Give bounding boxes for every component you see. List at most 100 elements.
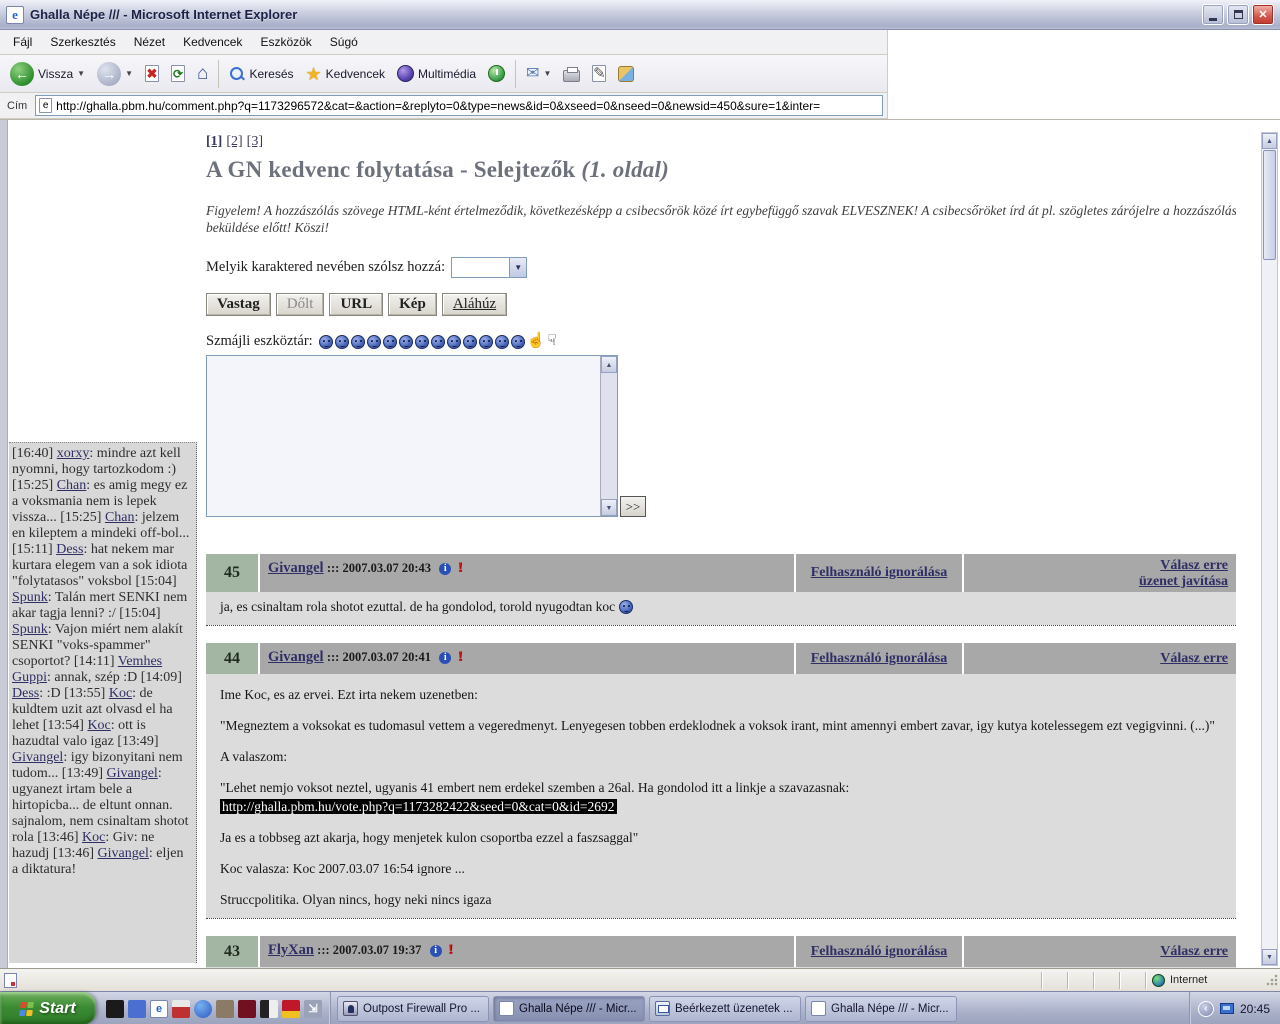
chat-user-link[interactable]: Koc xyxy=(87,718,110,733)
underline-button[interactable]: Aláhúz xyxy=(442,293,507,316)
chat-user-link[interactable]: Givangel xyxy=(12,750,63,765)
quick-launch-icon[interactable] xyxy=(282,1000,300,1018)
quick-launch-icon[interactable] xyxy=(128,1000,146,1018)
quick-launch-icon[interactable] xyxy=(194,1000,212,1018)
italic-button[interactable]: Dőlt xyxy=(276,293,325,316)
menu-item[interactable]: Fájl xyxy=(4,32,41,52)
taskbar-window-button[interactable]: Outpost Firewall Pro ... xyxy=(337,996,489,1022)
taskbar-window-button[interactable]: Beérkezett üzenetek ... xyxy=(649,996,801,1022)
info-icon[interactable]: i xyxy=(439,563,451,575)
textarea-scrollbar[interactable]: ▲ ▼ xyxy=(600,356,617,516)
page-scrollbar[interactable]: ▲ ▼ xyxy=(1261,132,1278,966)
minimize-button[interactable] xyxy=(1202,4,1224,25)
smiley-icon[interactable] xyxy=(319,335,333,349)
reply-link[interactable]: Válasz erre xyxy=(1160,651,1228,666)
quick-launch-icon[interactable] xyxy=(172,1000,190,1018)
home-button[interactable]: ⌂ xyxy=(191,61,214,86)
chat-user-link[interactable]: Koc xyxy=(109,686,132,701)
smiley-icon[interactable] xyxy=(495,335,509,349)
page-link[interactable]: [1] xyxy=(206,134,222,149)
mail-button[interactable]: ✉ ▼ xyxy=(520,63,557,85)
menu-item[interactable]: Nézet xyxy=(125,32,174,52)
smiley-icon[interactable] xyxy=(351,335,365,349)
tray-chevron-icon[interactable]: ‹ xyxy=(1198,1001,1214,1017)
print-button[interactable] xyxy=(557,63,586,85)
smiley-icon[interactable] xyxy=(335,335,349,349)
page-link[interactable]: [2] xyxy=(226,134,242,149)
smiley-icon[interactable] xyxy=(399,335,413,349)
menu-item[interactable]: Eszközök xyxy=(251,32,320,52)
refresh-button[interactable]: ⟳ xyxy=(165,62,191,85)
scroll-down-icon[interactable]: ▼ xyxy=(1262,949,1277,965)
taskbar-window-button[interactable]: Ghalla Népe /// - Micr... xyxy=(493,996,645,1022)
info-icon[interactable]: i xyxy=(430,945,442,957)
submit-button[interactable]: >> xyxy=(620,496,646,517)
reply-link[interactable]: Válasz erre xyxy=(1160,944,1228,959)
stop-button[interactable]: ✖ xyxy=(139,62,165,85)
taskbar-window-button[interactable]: Ghalla Népe /// - Micr... xyxy=(805,996,957,1022)
scroll-up-icon[interactable]: ▲ xyxy=(601,356,617,373)
edit-message-link[interactable]: üzenet javítása xyxy=(1139,574,1228,589)
quick-launch-icon[interactable] xyxy=(238,1000,256,1018)
bold-button[interactable]: Vastag xyxy=(206,293,271,316)
smiley-icon[interactable] xyxy=(367,335,381,349)
forward-button[interactable]: → ▼ xyxy=(91,59,139,89)
history-button[interactable] xyxy=(482,62,511,85)
ignore-user-link[interactable]: Felhasználó ignorálása xyxy=(811,565,948,581)
menu-item[interactable]: Szerkesztés xyxy=(41,32,124,52)
chat-user-link[interactable]: xorxy xyxy=(57,446,90,461)
mail-dropdown-icon[interactable]: ▼ xyxy=(543,69,551,78)
post-author-link[interactable]: Givangel xyxy=(268,560,324,576)
info-icon[interactable]: i xyxy=(439,652,451,664)
url-button[interactable]: URL xyxy=(329,293,383,316)
post-author-link[interactable]: Givangel xyxy=(268,649,324,665)
smiley-icon[interactable] xyxy=(511,335,525,349)
quick-launch-icon[interactable] xyxy=(106,1000,124,1018)
address-input[interactable]: e http://ghalla.pbm.hu/comment.php?q=117… xyxy=(35,95,883,116)
chat-user-link[interactable]: Givangel xyxy=(107,766,158,781)
quick-launch-icon[interactable]: ⇲ xyxy=(304,1000,322,1018)
chat-user-link[interactable]: Spunk xyxy=(12,622,48,637)
scroll-up-icon[interactable]: ▲ xyxy=(1262,133,1277,149)
ignore-user-link[interactable]: Felhasználó ignorálása xyxy=(811,944,948,960)
favorites-button[interactable]: ★ Kedvencek xyxy=(300,62,392,86)
quick-launch-icon[interactable] xyxy=(216,1000,234,1018)
smiley-icon[interactable]: ☝ xyxy=(527,334,546,349)
smiley-icon[interactable] xyxy=(479,335,493,349)
comment-textarea[interactable]: ▲ ▼ xyxy=(206,355,618,517)
menu-item[interactable]: Kedvencek xyxy=(174,32,251,52)
messenger-button[interactable] xyxy=(612,63,640,85)
scroll-down-icon[interactable]: ▼ xyxy=(601,499,617,516)
chevron-down-icon[interactable]: ▼ xyxy=(509,258,526,277)
smiley-icon[interactable] xyxy=(383,335,397,349)
smiley-icon[interactable]: ☟ xyxy=(547,334,556,349)
chat-user-link[interactable]: Givangel xyxy=(98,846,149,861)
chat-user-link[interactable]: Spunk xyxy=(12,590,48,605)
media-button[interactable]: Multimédia xyxy=(391,62,482,85)
smiley-icon[interactable] xyxy=(447,335,461,349)
edit-button[interactable]: ✎ xyxy=(586,62,612,85)
post-author-link[interactable]: FlyXan xyxy=(268,942,314,958)
smiley-icon[interactable] xyxy=(415,335,429,349)
smiley-icon[interactable] xyxy=(463,335,477,349)
chat-user-link[interactable]: Koc xyxy=(82,830,105,845)
network-tray-icon[interactable] xyxy=(1220,1003,1234,1014)
quick-launch-icon[interactable]: e xyxy=(150,1000,168,1018)
chat-user-link[interactable]: Dess xyxy=(56,542,83,557)
quick-launch-icon[interactable] xyxy=(260,1000,278,1018)
chat-user-link[interactable]: Dess xyxy=(12,686,39,701)
chat-user-link[interactable]: Chan xyxy=(105,510,135,525)
back-dropdown-icon[interactable]: ▼ xyxy=(77,69,85,78)
maximize-button[interactable] xyxy=(1227,4,1249,25)
reply-link[interactable]: Válasz erre xyxy=(1160,558,1228,573)
smiley-icon[interactable] xyxy=(431,335,445,349)
start-button[interactable]: Start xyxy=(0,992,96,1024)
ignore-user-link[interactable]: Felhasználó ignorálása xyxy=(811,651,948,667)
image-button[interactable]: Kép xyxy=(388,293,437,316)
close-button[interactable]: ✕ xyxy=(1252,4,1274,25)
chat-user-link[interactable]: Chan xyxy=(57,478,87,493)
search-button[interactable]: Keresés xyxy=(223,63,299,85)
forward-dropdown-icon[interactable]: ▼ xyxy=(125,69,133,78)
scrollbar-thumb[interactable] xyxy=(1263,150,1276,260)
menu-item[interactable]: Súgó xyxy=(321,32,367,52)
